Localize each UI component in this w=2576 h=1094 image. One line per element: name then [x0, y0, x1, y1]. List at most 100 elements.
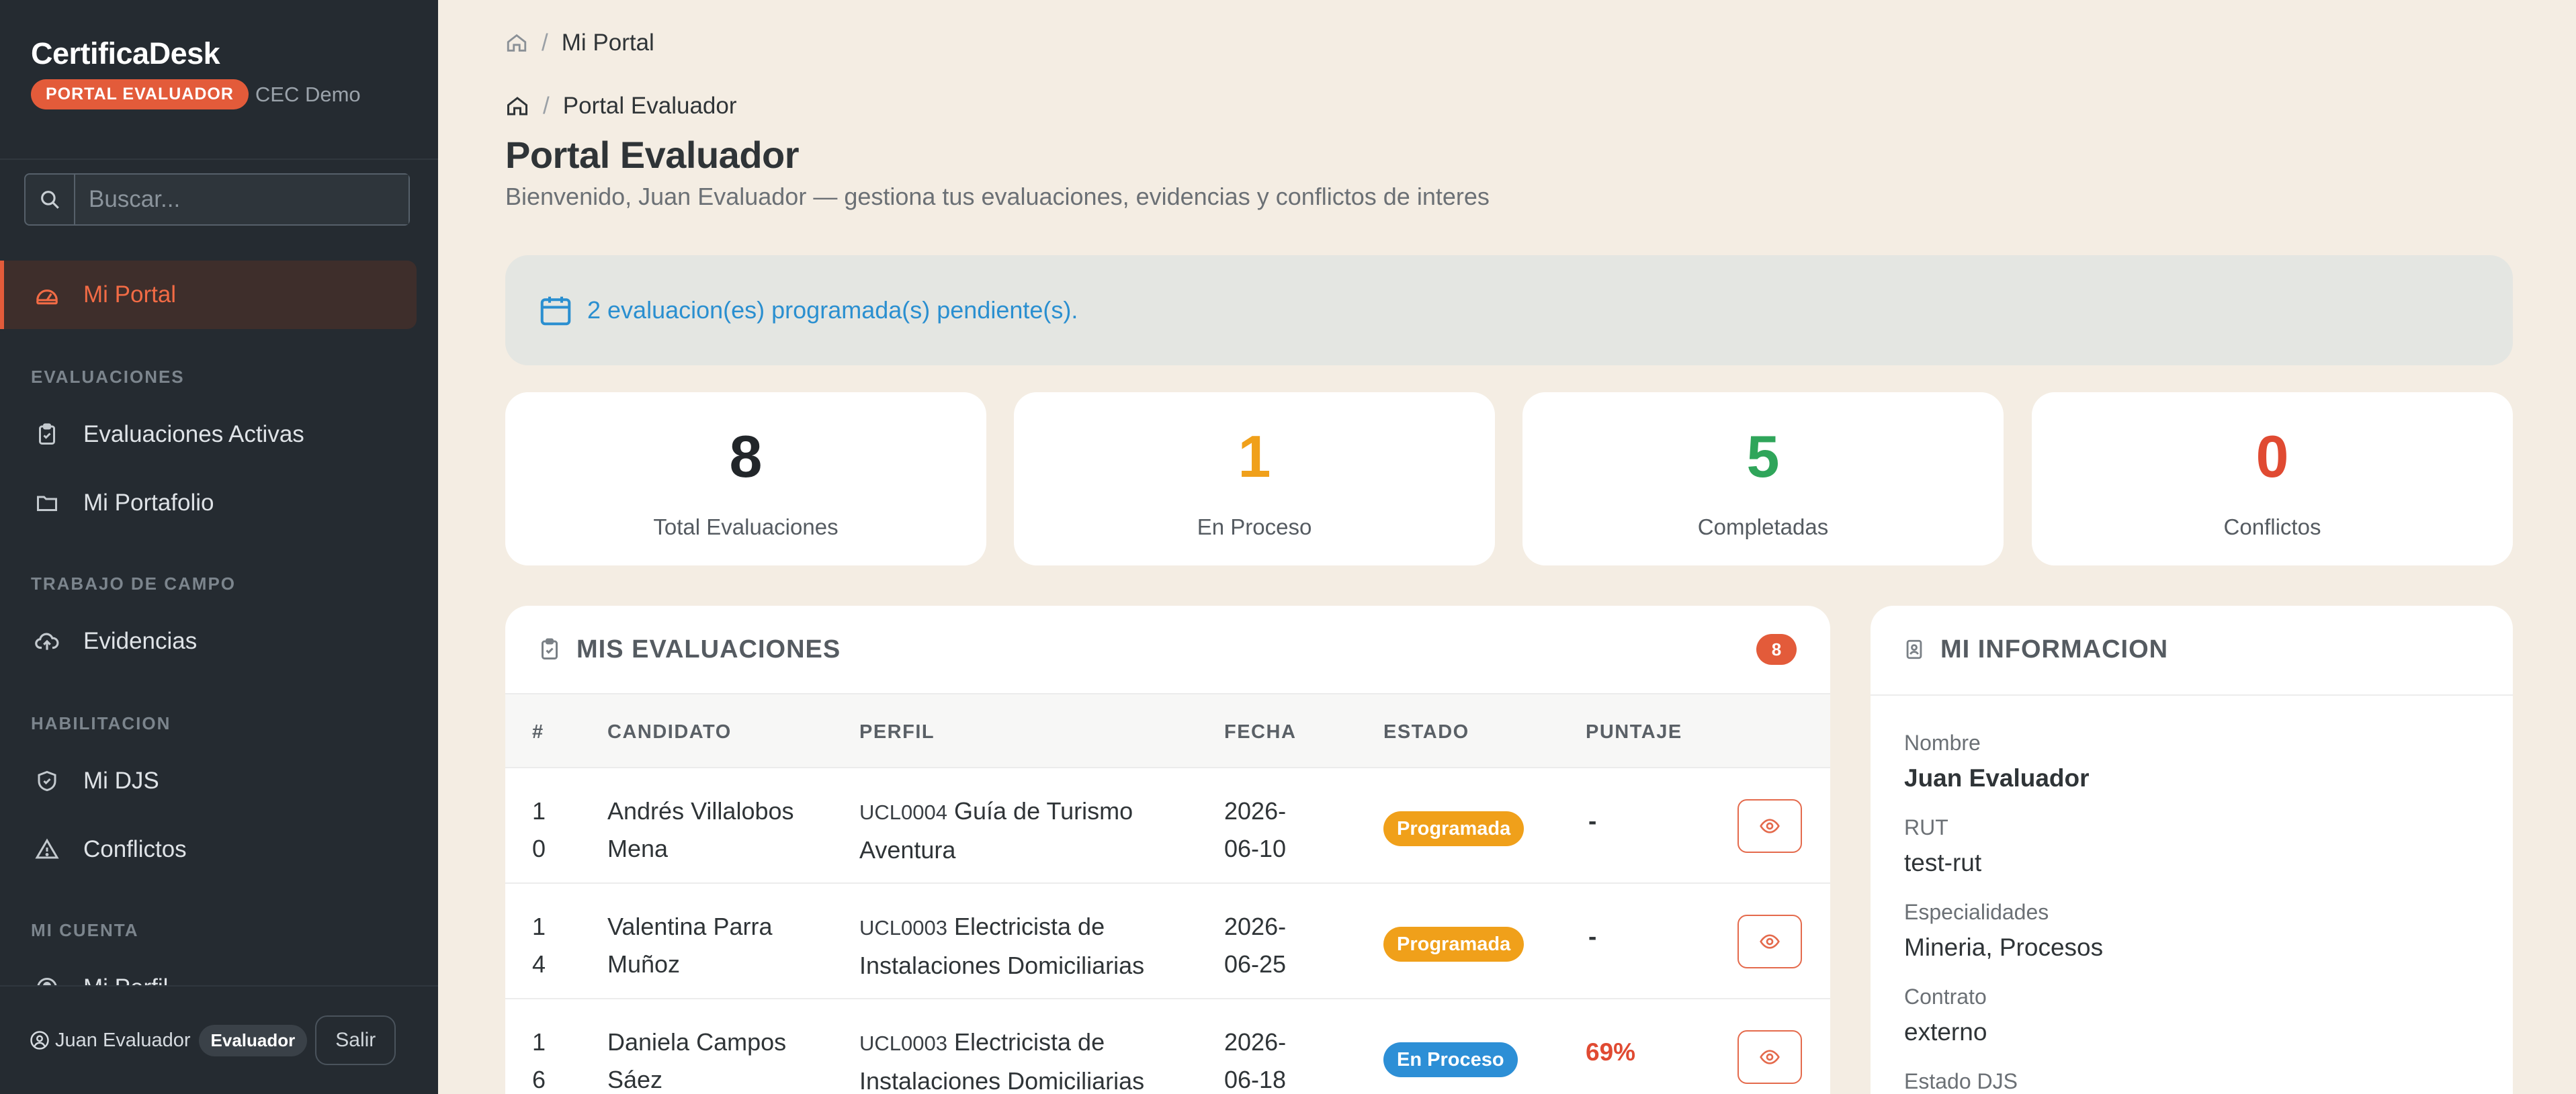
home-icon[interactable]	[505, 94, 529, 118]
info-value: Mineria, Procesos	[1904, 933, 2104, 961]
column-header[interactable]: PERFIL	[859, 694, 935, 770]
page-title: Portal Evaluador	[505, 134, 800, 176]
eye-icon	[1760, 819, 1780, 833]
sidebar-item-label: Evidencias	[83, 628, 198, 654]
info-body: Nombre Juan Evaluador RUT test-rut Espec…	[1871, 694, 2513, 1093]
sidebar-item-label: Mi Portal	[83, 281, 177, 308]
stat-value: 1	[1238, 423, 1271, 490]
row-candidate: Andrés Villalobos Mena	[607, 797, 794, 862]
view-button[interactable]	[1737, 799, 1802, 853]
dashboard-icon	[34, 281, 60, 308]
sidebar-item-label: Evaluaciones Activas	[83, 421, 304, 447]
sidebar-item-label: Conflictos	[83, 836, 187, 862]
section-evaluaciones: EVALUACIONES	[31, 367, 185, 387]
folder-icon	[34, 490, 60, 516]
column-header[interactable]: ESTADO	[1383, 694, 1469, 770]
clipboard-icon	[538, 636, 562, 663]
info-card: MI INFORMACION Nombre Juan Evaluador RUT…	[1871, 606, 2513, 1094]
column-header[interactable]: CANDIDATO	[607, 694, 732, 770]
info-label: Estado DJS	[1904, 1069, 2018, 1093]
sidebar-item-label: Mi DJS	[83, 768, 159, 794]
sidebar-item-mi-portafolio[interactable]: Mi Portafolio	[0, 469, 417, 537]
table-row[interactable]: 14 Valentina Parra Muñoz UCL0003 Electric…	[505, 884, 1830, 999]
evaluations-title: MIS EVALUACIONES	[576, 635, 841, 664]
info-title: MI INFORMACION	[1940, 635, 2169, 664]
breadcrumb-separator: /	[543, 93, 550, 119]
row-score: -	[1588, 807, 1597, 835]
eye-icon	[1760, 934, 1780, 949]
sidebar-item-evidencias[interactable]: Evidencias	[0, 607, 417, 676]
info-label: Especialidades	[1904, 900, 2049, 924]
info-value: test-rut	[1904, 849, 1982, 876]
search-input[interactable]	[75, 175, 409, 224]
org-name: CEC Demo	[255, 82, 361, 106]
sidebar-item-mi-portal[interactable]: Mi Portal	[0, 261, 417, 329]
sidebar: CertificaDesk PORTAL EVALUADOR CEC Demo …	[0, 0, 438, 1094]
view-button[interactable]	[1737, 1030, 1802, 1084]
sidebar-item-conflictos[interactable]: Conflictos	[0, 815, 417, 884]
table-row[interactable]: 16 Daniela Campos Sáez UCL0003 Electricis…	[505, 999, 1830, 1094]
info-value: externo	[1904, 1018, 1987, 1046]
evaluations-header: MIS EVALUACIONES	[505, 606, 1830, 693]
stat-label: En Proceso	[1197, 514, 1312, 539]
row-score: -	[1588, 923, 1597, 950]
page-subtitle: Bienvenido, Juan Evaluador — gestiona tu…	[505, 183, 1490, 210]
stat-card-completadas: 5 Completadas	[1522, 392, 2004, 565]
stat-value: 0	[2256, 423, 2289, 490]
status-badge: Programada	[1383, 811, 1525, 846]
stat-card-conflictos: 0 Conflictos	[2032, 392, 2513, 565]
search-box[interactable]	[24, 173, 410, 226]
breadcrumb-current: Mi Portal	[561, 30, 654, 56]
column-header[interactable]: FECHA	[1224, 694, 1296, 770]
table-row[interactable]: 10 Andrés Villalobos Mena UCL0004 Guía de…	[505, 768, 1830, 884]
sidebar-item-mi-djs[interactable]: Mi DJS	[0, 747, 417, 815]
column-header[interactable]: PUNTAJE	[1586, 694, 1682, 770]
info-label: RUT	[1904, 815, 1948, 839]
user-icon	[30, 1030, 50, 1050]
logout-button[interactable]: Salir	[315, 1015, 396, 1065]
alert-text: 2 evaluacion(es) programada(s) pendiente…	[587, 296, 1078, 324]
role-badge: Evaluador	[198, 1024, 308, 1056]
table-header: # CANDIDATO PERFIL FECHA ESTADO PUNTAJE	[505, 693, 1830, 768]
sidebar-item-label: Mi Portafolio	[83, 490, 214, 516]
sidebar-footer: Juan Evaluador Evaluador Salir	[0, 985, 438, 1094]
sidebar-divider	[0, 158, 438, 160]
row-score: 69%	[1586, 1038, 1636, 1066]
row-candidate: Valentina Parra Muñoz	[607, 913, 773, 978]
breadcrumb-top: / Mi Portal	[505, 30, 654, 56]
section-habilitacion: HABILITACION	[31, 713, 171, 733]
row-id: 16	[532, 1028, 546, 1093]
status-badge: Programada	[1383, 927, 1525, 962]
main-content: / Mi Portal / Portal Evaluador Portal Ev…	[438, 0, 2576, 1094]
row-profile: UCL0003 Electricista de Instalaciones Dom…	[859, 1028, 1145, 1094]
brand-name[interactable]: CertificaDesk	[31, 36, 407, 71]
info-label: Contrato	[1904, 985, 1987, 1009]
search-icon	[26, 175, 75, 224]
portal-badge: PORTAL EVALUADOR	[31, 79, 249, 109]
warning-icon	[34, 836, 60, 863]
sidebar-item-evaluaciones-activas[interactable]: Evaluaciones Activas	[0, 400, 417, 469]
row-id: 10	[532, 797, 546, 862]
shield-icon	[34, 768, 60, 794]
stat-value: 8	[729, 423, 763, 490]
info-header: MI INFORMACION	[1871, 606, 2513, 693]
cloud-upload-icon	[34, 628, 60, 655]
stat-label: Conflictos	[2223, 514, 2321, 539]
evaluations-card: MIS EVALUACIONES 8 # CANDIDATO PERFIL FE…	[505, 606, 1830, 1094]
current-user-name: Juan Evaluador	[55, 1029, 191, 1051]
row-profile: UCL0004 Guía de Turismo Aventura	[859, 797, 1133, 864]
section-trabajo-de-campo: TRABAJO DE CAMPO	[31, 574, 237, 594]
column-header[interactable]: #	[532, 694, 544, 770]
view-button[interactable]	[1737, 915, 1802, 968]
info-label: Nombre	[1904, 731, 1981, 755]
row-candidate: Daniela Campos Sáez	[607, 1028, 787, 1093]
home-icon[interactable]	[505, 32, 528, 54]
row-date: 2026- 06-18	[1224, 1028, 1287, 1093]
count-badge: 8	[1756, 634, 1797, 665]
breadcrumb-separator: /	[542, 30, 548, 56]
row-date: 2026- 06-25	[1224, 913, 1287, 978]
brand: CertificaDesk PORTAL EVALUADOR CEC Demo	[0, 0, 438, 109]
info-value: Juan Evaluador	[1904, 764, 2090, 792]
breadcrumb-page: / Portal Evaluador	[505, 93, 737, 120]
stat-label: Completadas	[1697, 514, 1829, 539]
